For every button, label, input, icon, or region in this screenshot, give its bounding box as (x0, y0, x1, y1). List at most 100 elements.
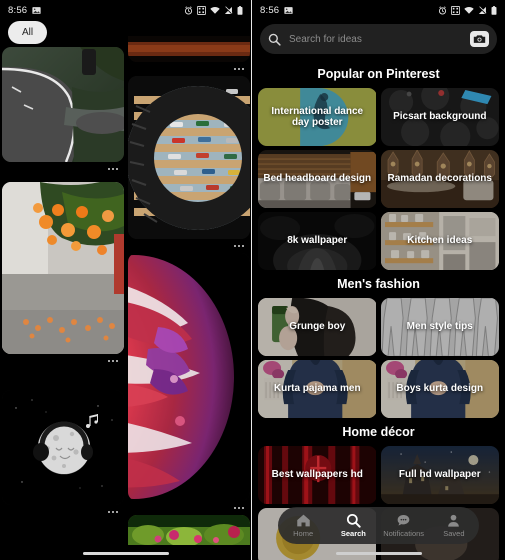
tile-full-hd-wallpaper[interactable]: Full hd wallpaper (380, 446, 499, 504)
search-bar-container[interactable]: Search for ideas (260, 24, 497, 54)
tire-shelf-toy-cars-image (128, 76, 250, 239)
section-title-mens-fashion: Men's fashion (337, 277, 420, 291)
alarm-icon (438, 5, 447, 14)
search-content-scroll[interactable]: Popular on Pinterest International dance… (252, 60, 505, 560)
moon-headphones-image (2, 390, 124, 505)
screenshot-stage: 8:56 All 8:56 Search for ideas Popular o… (0, 0, 506, 560)
alarm-icon (184, 5, 193, 14)
tile-bed-headboard-design[interactable]: Bed headboard design (258, 150, 377, 208)
green-pink-floral-photo[interactable] (128, 515, 250, 545)
overflow-menu-icon[interactable] (108, 360, 118, 362)
home-icon (296, 514, 310, 527)
tile-label: Men style tips (406, 321, 473, 333)
photo-menu-row[interactable] (2, 505, 124, 519)
status-clock: 8:56 (260, 4, 280, 16)
filter-chip-label: All (21, 27, 34, 38)
status-right (438, 5, 497, 15)
tile-label: Picsart background (393, 111, 487, 123)
camera-icon[interactable] (470, 31, 489, 47)
bottom-navigation-bar[interactable]: Home Search Notifications Saved (278, 507, 479, 544)
marble-planet-photo[interactable] (128, 253, 250, 501)
tile-label: Grunge boy (289, 321, 346, 333)
tile-grid-popular: International dance day poster Picsart b… (252, 88, 505, 270)
search-input[interactable]: Search for ideas (260, 24, 497, 54)
photo-menu-row[interactable] (128, 62, 250, 76)
tile-ramadan-decorations[interactable]: Ramadan decorations (380, 150, 499, 208)
home-indicator (335, 552, 422, 555)
nav-item-search[interactable]: Search (329, 513, 377, 538)
tile-picsart-background[interactable]: Picsart background (380, 88, 499, 146)
photo-menu-row[interactable] (2, 162, 124, 176)
overflow-menu-icon[interactable] (234, 507, 244, 509)
tile-label: Boys kurta design (396, 383, 484, 395)
nav-label: Saved (443, 529, 465, 538)
tile-label: International dance day poster (271, 105, 364, 129)
nav-label: Home (293, 529, 314, 538)
dark-red-partial-photo[interactable] (128, 36, 250, 62)
gallery-masonry-grid[interactable] (0, 0, 251, 560)
filter-chip-all[interactable]: All (8, 21, 47, 44)
nav-label: Notifications (383, 529, 425, 538)
tile-label: Kurta pajama men (273, 383, 361, 395)
section-title-popular: Popular on Pinterest (317, 67, 440, 81)
tile-label: Best wallpapers hd (271, 469, 363, 481)
left-phone-screen: 8:56 All (0, 0, 252, 560)
tile-8k-wallpaper[interactable]: 8k wallpaper (258, 212, 377, 270)
tile-international-dance-day-poster[interactable]: International dance day poster (258, 88, 377, 146)
search-icon (346, 513, 361, 528)
dark-red-partial-image (128, 36, 250, 62)
tile-label: Bed headboard design (263, 173, 372, 185)
battery-icon (491, 5, 497, 15)
nav-item-notifications[interactable]: Notifications (380, 513, 428, 538)
status-right (184, 5, 243, 15)
gallery-column-left (2, 0, 124, 560)
tile-boys-kurta-design[interactable]: Boys kurta design (380, 360, 499, 418)
status-clock: 8:56 (8, 4, 28, 16)
status-left: 8:56 (8, 5, 41, 16)
status-left: 8:56 (260, 5, 293, 16)
battery-icon (237, 5, 243, 15)
tile-men-style-tips[interactable]: Men style tips (380, 298, 499, 356)
overflow-menu-icon[interactable] (234, 245, 244, 247)
wifi-icon (210, 6, 220, 14)
photo-menu-row[interactable] (2, 354, 124, 368)
nav-item-saved[interactable]: Saved (430, 513, 478, 538)
mountain-road-image (2, 47, 124, 162)
overflow-menu-icon[interactable] (234, 68, 244, 70)
photo-menu-row[interactable] (128, 501, 250, 515)
right-status-bar: 8:56 (252, 0, 505, 20)
tile-label: Kitchen ideas (407, 235, 473, 247)
orange-blossom-tree-image (2, 182, 124, 354)
overflow-menu-icon[interactable] (108, 511, 118, 513)
marble-planet-image (128, 253, 250, 501)
tire-shelf-toy-cars-photo[interactable] (128, 76, 250, 239)
signal-off-icon (478, 5, 487, 14)
tile-label: Ramadan decorations (387, 173, 492, 185)
image-icon (284, 6, 293, 14)
orange-blossom-tree-photo[interactable] (2, 182, 124, 354)
tile-kitchen-ideas[interactable]: Kitchen ideas (380, 212, 499, 270)
tile-best-wallpapers-hd[interactable]: Best wallpapers hd (258, 446, 377, 504)
photo-menu-row[interactable] (128, 239, 250, 253)
chat-bubble-icon (397, 515, 410, 526)
qr-icon (451, 5, 460, 15)
mountain-road-photo[interactable] (2, 47, 124, 162)
tile-label: 8k wallpaper (287, 235, 348, 247)
moon-headphones-photo[interactable] (2, 390, 124, 505)
wifi-icon (464, 6, 474, 14)
nav-label: Search (340, 529, 366, 538)
tile-label: Full hd wallpaper (398, 469, 481, 481)
tile-kurta-pajama-men[interactable]: Kurta pajama men (258, 360, 377, 418)
person-icon (448, 514, 460, 527)
tile-grid-mens-fashion: Grunge boy Men style tips Kurta pajama m… (252, 298, 505, 418)
nav-item-home[interactable]: Home (279, 513, 327, 538)
search-icon (268, 33, 281, 46)
left-status-bar: 8:56 (0, 0, 251, 20)
section-title-home-decor: Home décor (342, 425, 415, 439)
right-phone-screen: 8:56 Search for ideas Popular on Pintere… (252, 0, 505, 560)
signal-off-icon (224, 5, 233, 14)
home-indicator (82, 552, 169, 555)
overflow-menu-icon[interactable] (108, 168, 118, 170)
image-icon (32, 6, 41, 14)
tile-grunge-boy[interactable]: Grunge boy (258, 298, 377, 356)
